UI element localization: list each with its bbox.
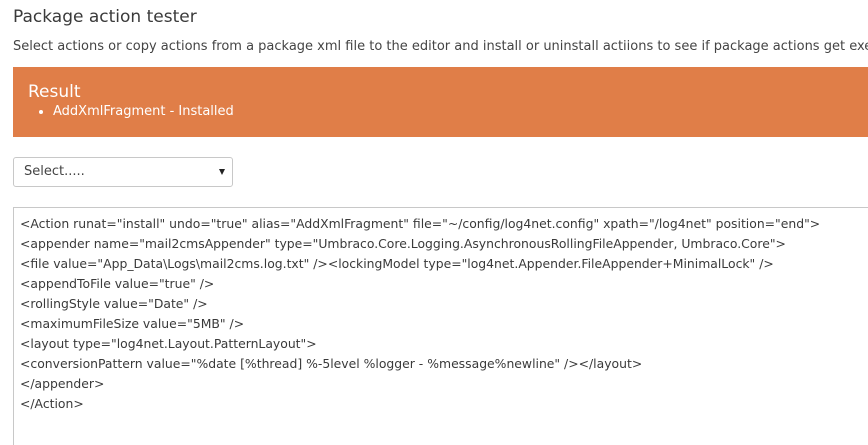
result-panel: Result AddXmlFragment - Installed — [13, 67, 868, 137]
package-action-tester-page: Package action tester Select actions or … — [0, 0, 868, 445]
editor-line: </appender> — [20, 376, 105, 391]
editor-line: <layout type="log4net.Layout.PatternLayo… — [20, 336, 317, 351]
editor-line: <appender name="mail2cmsAppender" type="… — [20, 236, 786, 251]
action-xml-editor[interactable]: <Action runat="install" undo="true" alia… — [13, 207, 868, 445]
editor-line: <rollingStyle value="Date" /> — [20, 296, 208, 311]
editor-line: <Action runat="install" undo="true" alia… — [20, 216, 821, 231]
page-description: Select actions or copy actions from a pa… — [13, 39, 868, 54]
action-select[interactable]: Select..... — [13, 157, 233, 187]
chevron-down-icon — [219, 169, 225, 175]
editor-line: <conversionPattern value="%date [%thread… — [20, 356, 643, 371]
editor-line: <appendToFile value="true" /> — [20, 276, 215, 291]
editor-line: </Action> — [20, 396, 84, 411]
action-select-value: Select..... — [24, 164, 85, 179]
result-list: AddXmlFragment - Installed — [28, 103, 868, 121]
page-title: Package action tester — [13, 7, 197, 27]
result-heading: Result — [28, 82, 81, 102]
editor-line: <maximumFileSize value="5MB" /> — [20, 316, 245, 331]
result-item: AddXmlFragment - Installed — [53, 103, 868, 121]
editor-line: <file value="App_Data\Logs\mail2cms.log.… — [20, 256, 774, 271]
